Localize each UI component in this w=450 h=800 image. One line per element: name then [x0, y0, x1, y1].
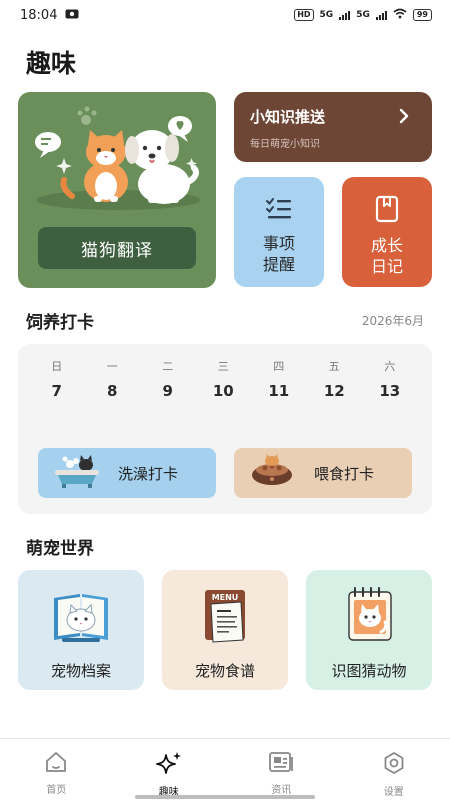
pet-world-title: 萌宠世界 [26, 539, 94, 559]
daily-tips-card[interactable]: 小知识推送 每日萌宠小知识 [234, 92, 432, 162]
notification-icon [65, 8, 79, 23]
calendar-day[interactable]: 11 [251, 382, 307, 400]
bathtub-cat-icon [52, 452, 102, 494]
weekday-label: 二 [162, 360, 174, 373]
status-time: 18:04 [20, 7, 58, 23]
picture-calendar-icon [341, 586, 397, 648]
growth-diary-label: 成长 日记 [371, 235, 403, 277]
weekday-label: 四 [273, 360, 285, 373]
signal-2-icon [375, 10, 387, 20]
calendar-day[interactable]: 9 [140, 382, 196, 400]
calendar-day[interactable]: 13 [362, 382, 418, 400]
sparkle-icon [155, 751, 182, 778]
growth-diary-card[interactable]: 成长 日记 [342, 177, 432, 287]
menu-board-icon: MENU [197, 586, 253, 648]
signal-1-icon [339, 10, 351, 20]
pet-recipe-label: 宠物食谱 [194, 662, 255, 680]
bath-checkin-button[interactable]: 洗澡打卡 [38, 448, 216, 498]
signal-2-label: 5G [356, 10, 370, 20]
checklist-icon [265, 197, 293, 225]
growth-diary-label-line2: 日记 [370, 257, 403, 276]
hd-badge: HD [294, 9, 314, 21]
notebook-icon [374, 195, 400, 227]
guess-animal-label: 识图猜动物 [331, 662, 407, 680]
pet-translator-card[interactable]: 猫狗翻译 [18, 92, 216, 288]
tab-home-label: 首页 [46, 785, 67, 796]
signal-1-label: 5G [319, 10, 334, 20]
menu-board-caption: MENU [212, 593, 239, 602]
calendar-day[interactable]: 12 [307, 382, 363, 400]
weekday-label: 日 [51, 360, 63, 373]
tab-settings-label: 设置 [383, 787, 404, 798]
pet-profile-book-icon [50, 586, 112, 648]
calendar-day[interactable]: 7 [29, 382, 85, 400]
weekday-label: 一 [106, 360, 118, 373]
chevron-right-icon [398, 108, 410, 129]
home-indicator [135, 795, 315, 799]
tab-news-label: 资讯 [271, 785, 292, 796]
growth-diary-label-line1: 成长 [370, 236, 403, 255]
pet-profile-card[interactable]: 宠物档案 [18, 570, 144, 690]
weekday-label: 六 [384, 360, 396, 373]
pet-translator-button[interactable]: 猫狗翻译 [38, 227, 196, 269]
reminder-label-line2: 提醒 [262, 255, 295, 274]
daily-tips-subtitle: 每日萌宠小知识 [250, 139, 320, 150]
news-icon [268, 751, 294, 776]
feeding-checkin-button[interactable]: 喂食打卡 [234, 448, 412, 498]
tab-fun[interactable]: 趣味 [113, 739, 226, 800]
battery-indicator: 99 [412, 9, 432, 21]
bottom-tab-bar: 首页 趣味 资讯 设置 [0, 738, 450, 800]
calendar-day[interactable]: 10 [196, 382, 252, 400]
settings-icon [382, 751, 406, 778]
reminder-card[interactable]: 事项 提醒 [234, 177, 324, 287]
guess-animal-card[interactable]: 识图猜动物 [306, 570, 432, 690]
daily-tips-title: 小知识推送 [250, 108, 326, 126]
weekday-label: 三 [217, 360, 229, 373]
pet-profile-label: 宠物档案 [50, 662, 111, 680]
weekday-row: 日 一 二 三 四 五 六 [18, 358, 432, 374]
weekday-label: 五 [328, 360, 340, 373]
bath-checkin-label: 洗澡打卡 [118, 464, 179, 483]
wifi-icon [393, 8, 407, 22]
tab-news[interactable]: 资讯 [225, 739, 338, 800]
week-calendar: 日 一 二 三 四 五 六 7 8 9 10 11 12 13 洗澡打卡 喂食打… [18, 344, 432, 514]
cat-dog-illustration [35, 106, 200, 210]
reminder-label: 事项 提醒 [263, 233, 295, 275]
feeding-checkin-title: 饲养打卡 [26, 313, 94, 333]
status-bar: 18:04 HD 5G 5G 99 [0, 0, 450, 30]
food-bowl-icon [248, 453, 296, 493]
feeding-month[interactable]: 2026年6月 [362, 312, 424, 329]
status-right: HD 5G 5G 99 [294, 8, 432, 22]
calendar-day[interactable]: 8 [85, 382, 141, 400]
tab-settings[interactable]: 设置 [338, 739, 450, 800]
pet-recipe-card[interactable]: MENU 宠物食谱 [162, 570, 288, 690]
feeding-checkin-label: 喂食打卡 [314, 464, 375, 483]
reminder-label-line1: 事项 [262, 234, 295, 253]
page-title: 趣味 [26, 49, 77, 78]
date-row: 7 8 9 10 11 12 13 [18, 382, 432, 400]
tab-home[interactable]: 首页 [0, 739, 113, 800]
status-left: 18:04 [20, 8, 79, 23]
home-icon [44, 751, 68, 776]
